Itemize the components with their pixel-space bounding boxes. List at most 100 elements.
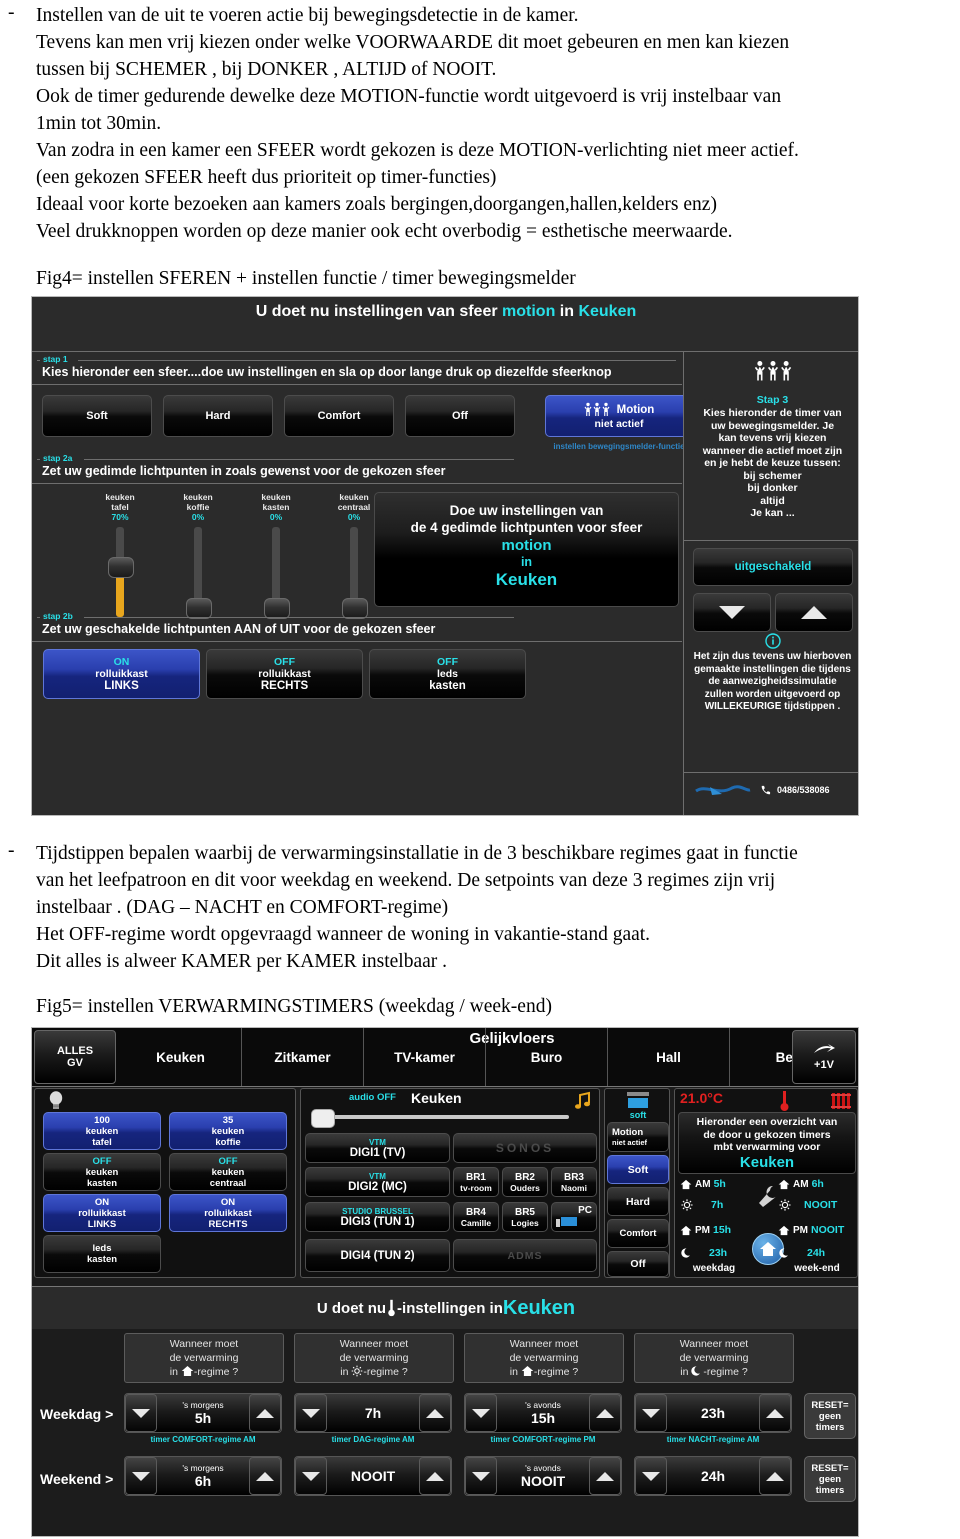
stepper-up-button[interactable] [419,1457,451,1495]
stepper-down-button[interactable] [465,1457,497,1495]
sfeer-button-soft[interactable]: Soft [607,1155,669,1184]
light-button-keuken-koffie[interactable]: 35 keuken koffie [169,1112,287,1150]
dimmer-track[interactable] [108,527,134,617]
stepper-down-button[interactable] [125,1457,157,1495]
source-button-digi3[interactable]: STUDIO BRUSSEL DIGI3 (TUN 1) [305,1202,450,1232]
stepper-weekdag-nacht-am[interactable]: 23h [634,1393,792,1433]
stepper-up-button[interactable] [249,1457,281,1495]
banner-suffix: -instellingen in [397,1299,503,1317]
arrow-down-icon [472,1471,490,1481]
timer-decrease-button[interactable] [693,593,771,632]
stepper-weekdag-dag-am[interactable]: 7h [294,1393,452,1433]
source-button-digi1[interactable]: VTM DIGI1 (TV) [305,1133,450,1163]
dimmer-knob[interactable] [108,557,134,578]
regime-card-pre: in [680,1366,692,1378]
stepper-top-label: 's morgens [182,1400,224,1410]
tab-hall[interactable]: Hall [608,1028,730,1086]
sfeer-button-comfort[interactable]: Comfort [284,395,394,437]
adms-button[interactable]: ADMS [453,1239,597,1272]
dimmer-slider[interactable]: keuken tafel 70% [92,492,148,617]
source-button-digi2[interactable]: VTM DIGI2 (MC) [305,1167,450,1197]
switch-button-rolluikkast-links[interactable]: ON rolluikkast LINKS [43,649,200,699]
sfeer-button-off[interactable]: Off [607,1251,669,1277]
stepper-down-button[interactable] [125,1394,157,1432]
stepper-weekdag-comfort-pm[interactable]: 's avonds 15h [464,1393,622,1433]
switch-button-leds-kasten[interactable]: OFF leds kasten [369,649,526,699]
motion-button[interactable]: Motion niet actief [545,395,693,437]
dimmer-track[interactable] [186,527,212,619]
zone-button-pc[interactable]: PC [551,1202,597,1232]
reset-button-weekdag[interactable]: RESET= geen timers [804,1393,856,1439]
moon-icon [691,1366,701,1376]
sfeer-button-soft[interactable]: Soft [42,395,152,437]
dimmer-slider[interactable]: keuken koffie 0% [170,492,226,619]
reset-line1: RESET= [811,1462,849,1474]
timer-state-button[interactable]: uitgeschakeld [693,548,853,586]
light-button-rolluikkast-links[interactable]: ON rolluikkast LINKS [43,1194,161,1232]
regime-card-line1: Wanneer moet [509,1338,579,1350]
dimmer-knob[interactable] [186,598,212,619]
stepper-up-button[interactable] [419,1394,451,1432]
stepper-up-button[interactable] [759,1457,791,1495]
sfeer-motion-title: Motion [612,1127,644,1138]
tab-tv-kamer[interactable]: TV-kamer [364,1028,486,1086]
zone-button-br3[interactable]: BR3 Naomi [551,1167,597,1197]
next-floor-button[interactable]: +1V [792,1030,856,1084]
sonos-button[interactable]: SONOS [453,1133,597,1163]
stepper-weekend-dag-am[interactable]: NOOIT [294,1456,452,1496]
zone-line1: BR1 [465,1171,486,1183]
stepper-down-button[interactable] [465,1394,497,1432]
timer-weekdag-value: 7h [711,1199,724,1211]
stepper-weekend-comfort-am[interactable]: 's morgens 6h [124,1456,282,1496]
sfeer-button-comfort[interactable]: Comfort [607,1219,669,1248]
stepper-weekend-nacht-am[interactable]: 24h [634,1456,792,1496]
audio-volume-slider[interactable] [311,1109,569,1128]
stepper-value-wrap: NOOIT [327,1457,419,1495]
stepper-down-button[interactable] [635,1457,667,1495]
light-button-keuken-tafel[interactable]: 100 keuken tafel [43,1112,161,1150]
stepper-down-button[interactable] [295,1457,327,1495]
light-button-leds-kasten[interactable]: leds kasten [43,1235,161,1273]
zone-button-br4[interactable]: BR4 Camille [453,1202,499,1232]
audio-volume-knob[interactable] [311,1109,335,1128]
tab-zitkamer[interactable]: Zitkamer [242,1028,364,1086]
fig4-right-sidebar: Stap 3 Kies hieronder de timer van uw be… [683,352,858,815]
zone-button-br2[interactable]: BR2 Ouders [502,1167,548,1197]
stepper-down-button[interactable] [295,1394,327,1432]
stap3-body-line: bij schemer [743,469,802,482]
sfeer-button-hard[interactable]: Hard [607,1187,669,1216]
dimmer-track[interactable] [264,527,290,619]
stepper-up-button[interactable] [589,1457,621,1495]
tab-alles-gv[interactable]: ALLES GV [34,1030,116,1084]
tab-buro[interactable]: Buro [486,1028,608,1086]
sfeer-button-hard[interactable]: Hard [163,395,273,437]
source-button-digi4[interactable]: DIGI4 (TUN 2) [305,1239,450,1272]
dimmer-slider[interactable]: keuken kasten 0% [248,492,304,619]
stepper-weekdag-comfort-am[interactable]: 's morgens 5h [124,1393,282,1433]
sfeer-label: Off [630,1258,646,1270]
timer-weekend-value: 24h [807,1247,826,1259]
switch-line2: kasten [429,680,466,692]
light-button-keuken-kasten[interactable]: OFF keuken kasten [43,1153,161,1191]
switch-button-rolluikkast-rechts[interactable]: OFF rolluikkast RECHTS [206,649,363,699]
stepper-up-button[interactable] [249,1394,281,1432]
light-button-rolluikkast-rechts[interactable]: ON rolluikkast RECHTS [169,1194,287,1232]
dimmer-knob[interactable] [264,598,290,619]
wrench-icon [759,1185,777,1207]
stepper-weekend-comfort-pm[interactable]: 's avonds NOOIT [464,1456,622,1496]
timer-increase-button[interactable] [775,593,853,632]
stepper-up-button[interactable] [759,1394,791,1432]
sfeer-button-off[interactable]: Off [405,395,515,437]
sfeer-motion-button[interactable]: Motion niet actief [607,1122,669,1152]
light-button-keuken-centraal[interactable]: OFF keuken centraal [169,1153,287,1191]
zone-button-br5[interactable]: BR5 Logies [502,1202,548,1232]
tab-keuken[interactable]: Keuken [120,1028,242,1086]
stepper-down-button[interactable] [635,1394,667,1432]
dimmer-name-line2: koffie [186,502,210,512]
dimmer-knob[interactable] [342,598,368,619]
zone-button-br1[interactable]: BR1 tv-room [453,1167,499,1197]
dimmer-track[interactable] [342,527,368,619]
stepper-up-button[interactable] [589,1394,621,1432]
reset-button-weekend[interactable]: RESET= geen timers [804,1456,856,1502]
regime-card-post: -regime ? [363,1366,408,1378]
